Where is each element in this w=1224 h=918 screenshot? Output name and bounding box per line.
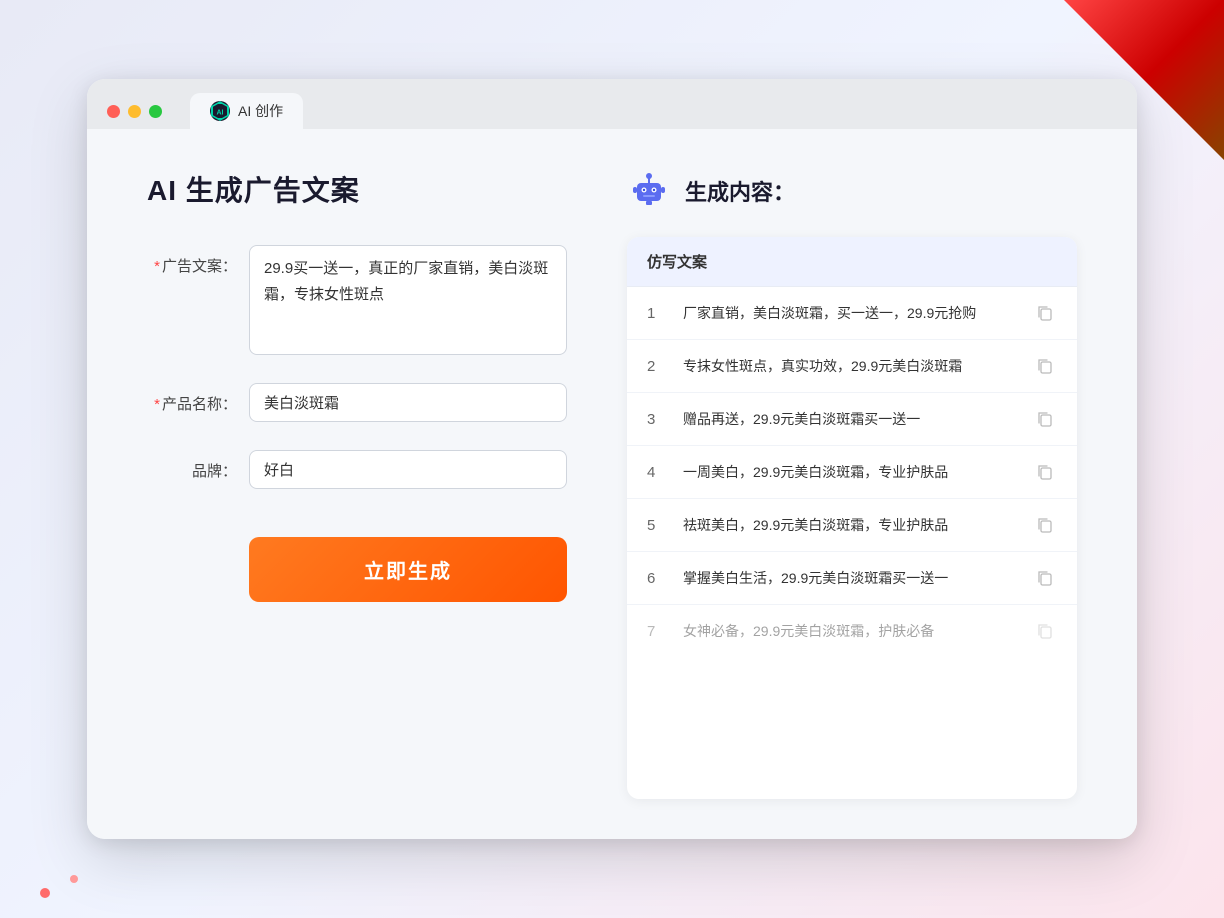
tab-icon: AI	[210, 101, 230, 121]
row-text: 掌握美白生活，29.9元美白淡斑霜买一送一	[683, 568, 1017, 589]
row-text: 厂家直销，美白淡斑霜，买一送一，29.9元抢购	[683, 303, 1017, 324]
robot-icon	[627, 169, 671, 213]
minimize-button[interactable]	[128, 105, 141, 118]
browser-window: AI AI 创作 AI 生成广告文案 *广告文案： 29.9买一送一，真正的厂家…	[87, 79, 1137, 839]
copy-icon[interactable]	[1033, 354, 1057, 378]
ad-copy-label: *广告文案：	[147, 245, 237, 276]
robot-svg	[627, 169, 671, 213]
dot-decoration-2	[70, 875, 78, 883]
product-name-group: *产品名称：	[147, 383, 567, 422]
copy-icon[interactable]	[1033, 460, 1057, 484]
table-row: 6 掌握美白生活，29.9元美白淡斑霜买一送一	[627, 552, 1077, 605]
dot-decoration-1	[40, 888, 50, 898]
content-area: AI 生成广告文案 *广告文案： 29.9买一送一，真正的厂家直销，美白淡斑霜，…	[87, 129, 1137, 839]
row-text: 专抹女性斑点，真实功效，29.9元美白淡斑霜	[683, 356, 1017, 377]
tab-label: AI 创作	[238, 101, 283, 121]
brand-input[interactable]	[249, 450, 567, 489]
ai-logo-icon: AI	[210, 101, 230, 121]
row-number: 3	[647, 411, 667, 428]
table-row: 1 厂家直销，美白淡斑霜，买一送一，29.9元抢购	[627, 287, 1077, 340]
maximize-button[interactable]	[149, 105, 162, 118]
copy-icon[interactable]	[1033, 513, 1057, 537]
brand-group: 品牌：	[147, 450, 567, 489]
row-text: 赠品再送，29.9元美白淡斑霜买一送一	[683, 409, 1017, 430]
results-rows: 1 厂家直销，美白淡斑霜，买一送一，29.9元抢购 2 专抹女性斑点，真实功效，…	[627, 287, 1077, 657]
browser-chrome: AI AI 创作	[87, 79, 1137, 129]
tab-bar: AI AI 创作	[190, 93, 303, 129]
row-text: 祛斑美白，29.9元美白淡斑霜，专业护肤品	[683, 515, 1017, 536]
row-number: 4	[647, 464, 667, 481]
product-name-input[interactable]	[249, 383, 567, 422]
close-button[interactable]	[107, 105, 120, 118]
ad-copy-input[interactable]: 29.9买一送一，真正的厂家直销，美白淡斑霜，专抹女性斑点	[249, 245, 567, 355]
row-number: 5	[647, 517, 667, 534]
brand-label: 品牌：	[147, 450, 237, 481]
results-table: 仿写文案 1 厂家直销，美白淡斑霜，买一送一，29.9元抢购 2 专抹女性斑点，…	[627, 237, 1077, 799]
table-row: 5 祛斑美白，29.9元美白淡斑霜，专业护肤品	[627, 499, 1077, 552]
required-star-2: *	[154, 396, 160, 413]
table-row: 2 专抹女性斑点，真实功效，29.9元美白淡斑霜	[627, 340, 1077, 393]
table-row: 4 一周美白，29.9元美白淡斑霜，专业护肤品	[627, 446, 1077, 499]
table-row: 3 赠品再送，29.9元美白淡斑霜买一送一	[627, 393, 1077, 446]
traffic-lights	[107, 105, 162, 118]
right-title: 生成内容：	[685, 175, 795, 207]
product-name-label: *产品名称：	[147, 383, 237, 414]
row-number: 2	[647, 358, 667, 375]
page-title: AI 生成广告文案	[147, 169, 567, 209]
copy-icon[interactable]	[1033, 301, 1057, 325]
row-number: 6	[647, 570, 667, 587]
right-header: 生成内容：	[627, 169, 1077, 213]
table-row: 7 女神必备，29.9元美白淡斑霜，护肤必备	[627, 605, 1077, 657]
copy-icon[interactable]	[1033, 566, 1057, 590]
row-text: 女神必备，29.9元美白淡斑霜，护肤必备	[683, 621, 1017, 642]
generate-button[interactable]: 立即生成	[249, 537, 567, 602]
tab-ai-creation[interactable]: AI AI 创作	[190, 93, 303, 129]
copy-icon[interactable]	[1033, 407, 1057, 431]
ad-copy-group: *广告文案： 29.9买一送一，真正的厂家直销，美白淡斑霜，专抹女性斑点	[147, 245, 567, 355]
table-header: 仿写文案	[627, 237, 1077, 287]
left-panel: AI 生成广告文案 *广告文案： 29.9买一送一，真正的厂家直销，美白淡斑霜，…	[147, 169, 567, 799]
required-star-1: *	[154, 258, 160, 275]
right-panel: 生成内容： 仿写文案 1 厂家直销，美白淡斑霜，买一送一，29.9元抢购 2 专…	[627, 169, 1077, 799]
svg-text:AI: AI	[217, 110, 224, 117]
row-text: 一周美白，29.9元美白淡斑霜，专业护肤品	[683, 462, 1017, 483]
row-number: 1	[647, 305, 667, 322]
row-number: 7	[647, 623, 667, 640]
copy-icon[interactable]	[1033, 619, 1057, 643]
